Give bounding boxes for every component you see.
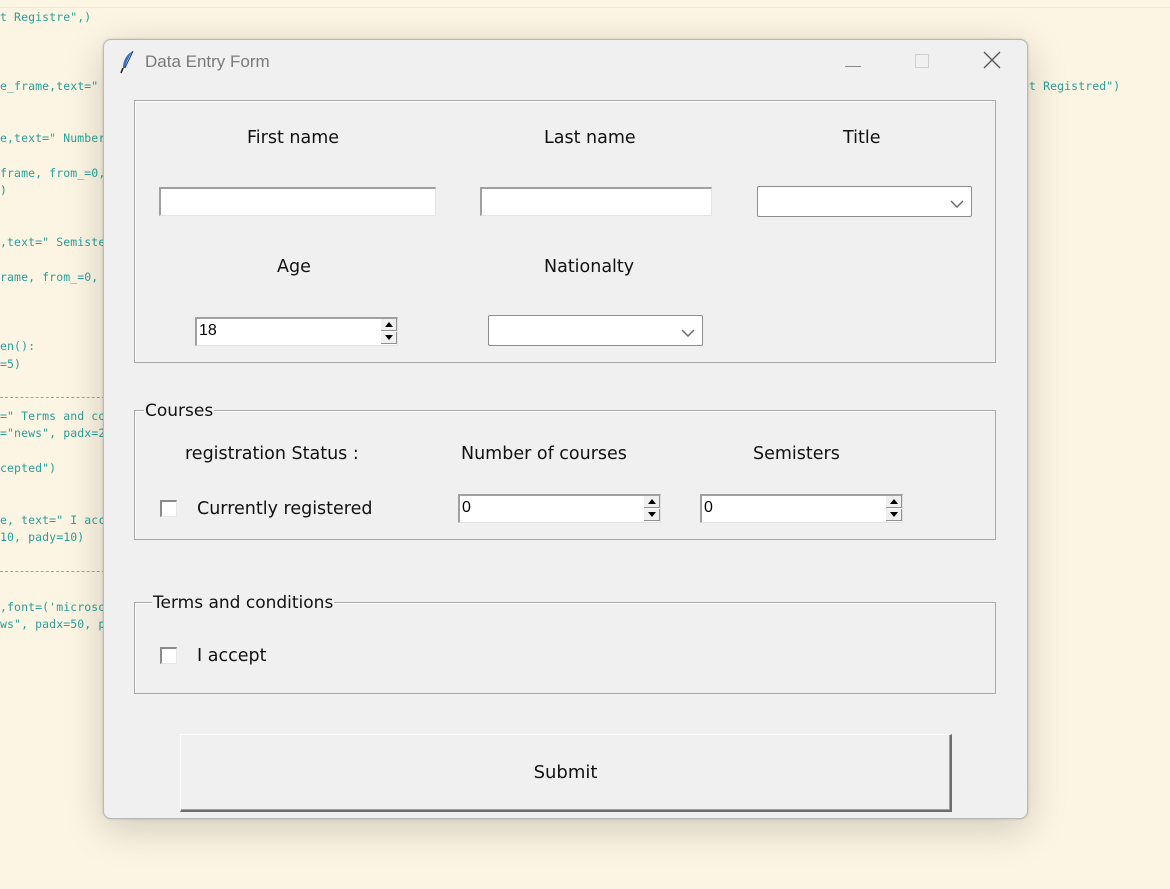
background-code-line: ,text=" Semiste xyxy=(0,235,106,249)
minimize-icon xyxy=(845,53,861,72)
background-code-line: =" Terms and co xyxy=(0,409,106,423)
first-name-label: First name xyxy=(247,128,340,148)
background-code-line: ="news", padx=2 xyxy=(0,426,106,440)
close-button[interactable] xyxy=(969,46,1015,78)
nationality-combobox[interactable] xyxy=(488,315,703,346)
terms-legend: Terms and conditions xyxy=(152,593,335,613)
window-title: Data Entry Form xyxy=(145,52,270,71)
courses-decrement-button[interactable] xyxy=(644,509,660,521)
background-code-line: ot Registred") xyxy=(1022,79,1121,93)
age-increment-button[interactable] xyxy=(381,319,397,331)
background-code-line: en(): xyxy=(0,339,36,353)
arrow-down-icon xyxy=(889,512,898,517)
number-of-courses-spinbox[interactable]: 0 xyxy=(458,494,661,523)
courses-frame: registration Status : Number of courses … xyxy=(134,410,996,540)
minimize-button[interactable] xyxy=(830,46,876,78)
user-info-frame: First name Last name Title Age Nationalt… xyxy=(134,100,996,363)
age-value: 18 xyxy=(199,322,217,339)
background-code-line: e, text=" I acc xyxy=(0,513,106,527)
background-code-line: ,font=('microso xyxy=(0,600,106,614)
semesters-increment-button[interactable] xyxy=(886,496,902,508)
semesters-decrement-button[interactable] xyxy=(886,509,902,521)
feather-icon xyxy=(118,50,138,74)
close-icon xyxy=(983,51,1001,73)
number-of-courses-value: 0 xyxy=(462,499,471,516)
chevron-down-icon xyxy=(680,324,696,337)
semesters-value: 0 xyxy=(704,499,713,516)
background-code-line: 10, pady=10) xyxy=(0,530,85,544)
editor-top-border xyxy=(0,0,1170,8)
registration-status-label: registration Status : xyxy=(185,444,359,464)
arrow-down-icon xyxy=(647,512,656,517)
last-name-label: Last name xyxy=(544,128,636,148)
arrow-down-icon xyxy=(384,335,393,340)
arrow-up-icon xyxy=(647,499,656,504)
nationality-label: Nationalty xyxy=(544,257,635,277)
first-name-input[interactable] xyxy=(159,187,436,216)
maximize-button[interactable] xyxy=(899,46,945,78)
background-code-line: ws", padx=50, p xyxy=(0,617,106,631)
registered-checkbox[interactable] xyxy=(160,500,177,517)
background-code-line: ) xyxy=(0,183,8,197)
registered-checkbox-label[interactable]: Currently registered xyxy=(197,498,373,520)
accept-terms-label[interactable]: I accept xyxy=(197,645,266,667)
terms-frame: I accept xyxy=(134,602,996,694)
submit-button[interactable]: Submit xyxy=(180,734,952,812)
background-code-line: =5) xyxy=(0,357,22,371)
background-code-line: e_frame,text=" xyxy=(0,79,99,93)
chevron-down-icon xyxy=(949,195,965,208)
background-code-line: e,text=" Number xyxy=(0,131,106,145)
arrow-up-icon xyxy=(384,322,393,327)
maximize-icon xyxy=(915,53,929,72)
semesters-label: Semisters xyxy=(753,444,840,464)
title-bar[interactable]: Data Entry Form xyxy=(104,40,1027,84)
accept-terms-checkbox[interactable] xyxy=(160,647,177,664)
number-of-courses-label: Number of courses xyxy=(461,444,627,464)
age-decrement-button[interactable] xyxy=(381,332,397,344)
last-name-input[interactable] xyxy=(480,187,712,216)
title-label: Title xyxy=(843,128,881,148)
data-entry-window: Data Entry Form First name Last name Tit… xyxy=(103,39,1028,819)
code-comment-divider xyxy=(0,571,110,572)
courses-increment-button[interactable] xyxy=(644,496,660,508)
background-code-line: cepted") xyxy=(0,461,57,475)
age-spinbox[interactable]: 18 xyxy=(195,317,398,346)
title-combobox[interactable] xyxy=(757,186,972,217)
courses-legend: Courses xyxy=(144,401,215,421)
semesters-spinbox[interactable]: 0 xyxy=(700,494,903,523)
age-label: Age xyxy=(277,257,311,277)
background-code-line: frame, from_=0, xyxy=(0,166,106,180)
background-code-line: t Registre",) xyxy=(0,10,92,24)
arrow-up-icon xyxy=(889,499,898,504)
code-comment-divider xyxy=(0,397,110,398)
background-code-line: rame, from_=0, xyxy=(0,270,99,284)
